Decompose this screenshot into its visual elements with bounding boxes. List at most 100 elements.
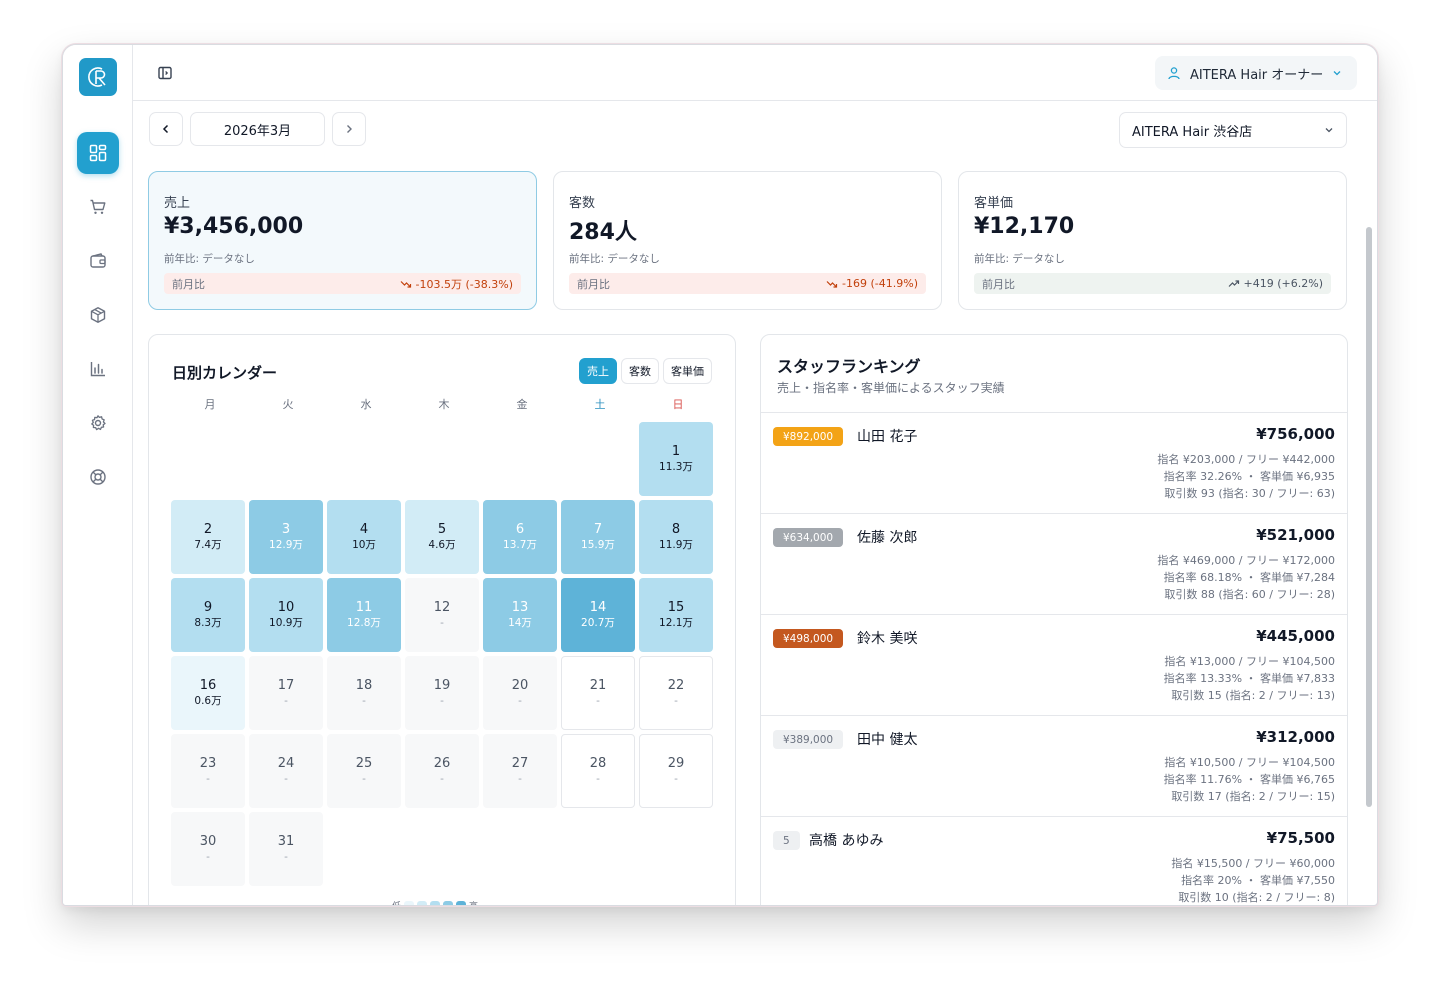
calendar-day-cell[interactable]: 19 -: [405, 656, 479, 730]
kpi-mom-value: -169 (-41.9%): [842, 277, 918, 290]
mode-avg-spend-button[interactable]: 客単価: [663, 358, 712, 384]
calendar-day-number: 20: [511, 678, 529, 693]
calendar-day-cell[interactable]: 10 10.9万: [249, 578, 323, 652]
kpi-value: 284人: [569, 220, 637, 245]
calendar-day-cell[interactable]: 31 -: [249, 812, 323, 886]
calendar-day-number: 26: [433, 756, 451, 771]
store-select[interactable]: AITERA Hair 渋谷店: [1119, 112, 1347, 148]
calendar-day-value: 12.9万: [269, 539, 303, 551]
calendar-day-cell[interactable]: 6 13.7万: [483, 500, 557, 574]
kpi-card-sales[interactable]: 売上 ¥3,456,000 前年比: データなし 前月比 -103.5万 (-3…: [148, 171, 537, 310]
lifebuoy-icon: [90, 469, 106, 485]
calendar-day-cell[interactable]: 8 11.9万: [639, 500, 713, 574]
staff-rate-line: 指名率 13.33% ・ 客単価 ¥7,833: [1163, 672, 1335, 685]
mode-sales-button[interactable]: 売上: [579, 358, 617, 384]
package-icon: [90, 307, 106, 323]
calendar-day-cell[interactable]: 29 -: [639, 734, 713, 808]
calendar-day-number: 18: [355, 678, 373, 693]
staff-rate-line: 指名率 32.26% ・ 客単価 ¥6,935: [1163, 470, 1335, 483]
legend-swatch: [443, 900, 454, 905]
calendar-day-number: 12: [433, 600, 451, 615]
legend-swatch: [417, 900, 428, 905]
staff-row[interactable]: ¥389,000 田中 健太 ¥312,000 指名 ¥10,500 / フリー ¥1…: [761, 716, 1347, 817]
calendar-day-cell[interactable]: 28 -: [561, 734, 635, 808]
staff-name: 鈴木 美咲: [857, 631, 918, 647]
calendar-day-cell[interactable]: 5 4.6万: [405, 500, 479, 574]
prev-month-button[interactable]: [149, 112, 183, 146]
weekday-label: 月: [204, 398, 216, 411]
calendar-day-number: 4: [359, 522, 369, 537]
calendar-day-cell[interactable]: 18 -: [327, 656, 401, 730]
legend-low: 低: [392, 899, 401, 905]
nav-settings[interactable]: [77, 402, 119, 444]
calendar-grid: 1 11.3万 2 7.4万 3 12.9万 4 10万 5 4.6万 6 13.7万 7 15.9万 8 1…: [171, 422, 715, 888]
nav-sales[interactable]: [77, 186, 119, 228]
month-display[interactable]: 2026年3月: [190, 112, 325, 146]
staff-list: ¥892,000 山田 花子 ¥756,000 指名 ¥203,000 / フリー ¥…: [761, 412, 1347, 905]
calendar-day-cell[interactable]: 1 11.3万: [639, 422, 713, 496]
staff-nomination-split: 指名 ¥13,000 / フリー ¥104,500: [1164, 655, 1335, 668]
calendar-day-number: 17: [277, 678, 295, 693]
staff-row[interactable]: ¥892,000 山田 花子 ¥756,000 指名 ¥203,000 / フリー ¥…: [761, 413, 1347, 514]
next-month-button[interactable]: [332, 112, 366, 146]
staff-row[interactable]: 5 高橋 あゆみ ¥75,500 指名 ¥15,500 / フリー ¥60,000 指名…: [761, 817, 1347, 905]
rank-badge: 5: [773, 831, 800, 850]
calendar-day-cell[interactable]: 14 20.7万: [561, 578, 635, 652]
calendar-day-number: 7: [593, 522, 603, 537]
calendar-day-cell[interactable]: 7 15.9万: [561, 500, 635, 574]
cart-icon: [90, 199, 106, 214]
calendar-day-value: -: [440, 617, 444, 629]
calendar-day-number: 14: [589, 600, 607, 615]
top-bar: AITERA Hair オーナー: [133, 45, 1377, 101]
calendar-day-value: -: [518, 695, 522, 707]
calendar-day-cell[interactable]: 2 7.4万: [171, 500, 245, 574]
nav-wallet[interactable]: [77, 240, 119, 282]
panel-toggle-icon: [158, 66, 172, 80]
calendar-day-cell[interactable]: 24 -: [249, 734, 323, 808]
calendar-day-cell[interactable]: 27 -: [483, 734, 557, 808]
sidebar: [63, 45, 133, 905]
user-menu-button[interactable]: AITERA Hair オーナー: [1155, 56, 1357, 90]
calendar-day-cell[interactable]: 4 10万: [327, 500, 401, 574]
rank-badge: ¥634,000: [773, 528, 844, 547]
calendar-day-cell[interactable]: 23 -: [171, 734, 245, 808]
calendar-day-cell[interactable]: 30 -: [171, 812, 245, 886]
chevron-down-icon: [1325, 128, 1333, 133]
gear-icon: [91, 415, 106, 431]
nav-inventory[interactable]: [77, 294, 119, 336]
sidebar-toggle-button[interactable]: [157, 65, 173, 81]
page-scrollbar[interactable]: [1365, 101, 1373, 905]
calendar-day-value: -: [440, 773, 444, 785]
staff-row[interactable]: ¥634,000 佐藤 次郎 ¥521,000 指名 ¥469,000 / フリー ¥…: [761, 514, 1347, 615]
calendar-day-cell[interactable]: 12 -: [405, 578, 479, 652]
staff-rate-line: 指名率 20% ・ 客単価 ¥7,550: [1181, 874, 1335, 887]
staff-total-sales: ¥445,000: [1256, 627, 1335, 645]
calendar-day-cell[interactable]: 15 12.1万: [639, 578, 713, 652]
nav-support[interactable]: [77, 456, 119, 498]
calendar-day-cell[interactable]: 25 -: [327, 734, 401, 808]
calendar-day-cell[interactable]: 11 12.8万: [327, 578, 401, 652]
calendar-day-value: 20.7万: [581, 617, 615, 629]
scrollbar-thumb[interactable]: [1366, 227, 1372, 807]
calendar-day-cell[interactable]: 22 -: [639, 656, 713, 730]
mode-customers-button[interactable]: 客数: [621, 358, 659, 384]
calendar-day-value: -: [596, 695, 600, 707]
nav-dashboard[interactable]: [77, 132, 119, 174]
calendar-day-cell[interactable]: 21 -: [561, 656, 635, 730]
staff-row[interactable]: ¥498,000 鈴木 美咲 ¥445,000 指名 ¥13,000 / フリー ¥1…: [761, 615, 1347, 716]
calendar-day-cell[interactable]: 3 12.9万: [249, 500, 323, 574]
calendar-day-cell[interactable]: 9 8.3万: [171, 578, 245, 652]
kpi-card-customers[interactable]: 客数 284人 前年比: データなし 前月比 -169 (-41.9%): [553, 171, 942, 310]
chevron-down-icon: [1333, 71, 1341, 76]
calendar-day-cell[interactable]: 17 -: [249, 656, 323, 730]
calendar-day-cell[interactable]: 16 0.6万: [171, 656, 245, 730]
calendar-day-number: 15: [667, 600, 685, 615]
nav-reports[interactable]: [77, 348, 119, 390]
staff-ranking-card: スタッフランキング 売上・指名率・客単価によるスタッフ実績 ¥892,000 山田…: [760, 334, 1348, 905]
calendar-day-cell[interactable]: 20 -: [483, 656, 557, 730]
calendar-day-cell[interactable]: 26 -: [405, 734, 479, 808]
kpi-card-avg-spend[interactable]: 客単価 ¥12,170 前年比: データなし 前月比 +419 (+6.2%): [958, 171, 1347, 310]
app-logo[interactable]: [79, 58, 117, 96]
calendar-day-value: 13.7万: [503, 539, 537, 551]
calendar-day-cell[interactable]: 13 14万: [483, 578, 557, 652]
